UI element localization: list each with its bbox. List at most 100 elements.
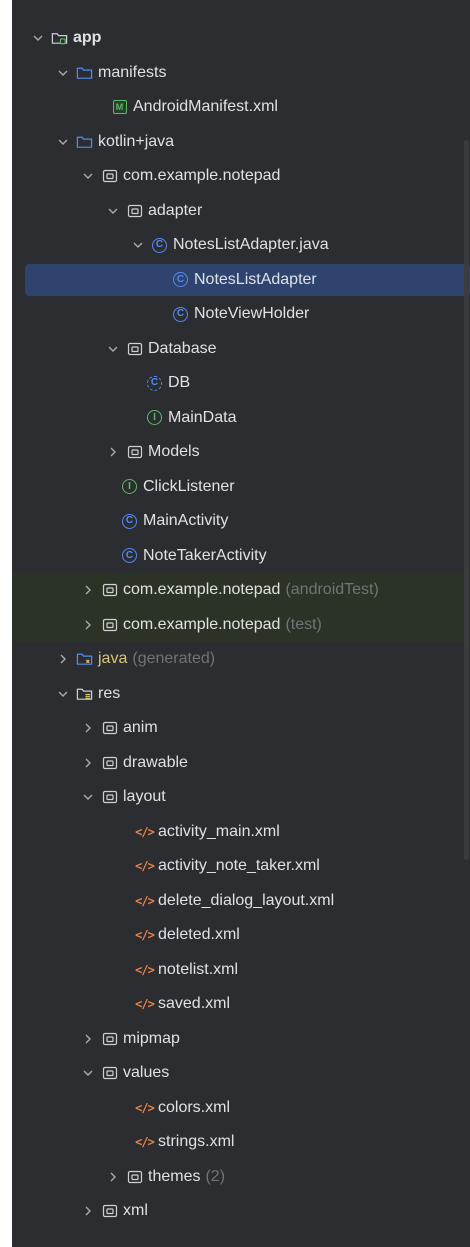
chevron-right-icon[interactable] xyxy=(81,1204,95,1218)
chevron-down-icon[interactable] xyxy=(56,135,70,149)
chevron-right-icon[interactable] xyxy=(106,445,120,459)
chevron-right-icon[interactable] xyxy=(81,756,95,770)
tree-node-database[interactable]: Database xyxy=(12,332,470,367)
tree-node-label: Models xyxy=(148,443,200,461)
tree-node-label: xml xyxy=(123,1202,148,1220)
tree-node-res[interactable]: res xyxy=(12,677,470,712)
interface-icon: I xyxy=(146,409,163,426)
chevron-down-icon[interactable] xyxy=(56,66,70,80)
package-icon xyxy=(101,1030,118,1047)
tree-node-note-taker-activity[interactable]: C NoteTakerActivity xyxy=(12,539,470,574)
tree-node-deleted-xml[interactable]: </> deleted.xml xyxy=(12,918,470,953)
chevron-right-icon[interactable] xyxy=(81,618,95,632)
package-icon xyxy=(126,340,143,357)
xml-file-icon: </> xyxy=(135,859,155,874)
tree-node-label: com.example.notepad xyxy=(123,167,281,185)
tree-node-values[interactable]: values xyxy=(12,1056,470,1091)
tree-node-label: colors.xml xyxy=(158,1098,231,1116)
chevron-right-icon[interactable] xyxy=(81,1032,95,1046)
chevron-right-icon[interactable] xyxy=(81,721,95,735)
tree-node-suffix: (generated) xyxy=(132,650,216,668)
tree-node-label: res xyxy=(98,684,121,702)
tree-node-label: java xyxy=(98,650,128,668)
tree-node-drawable[interactable]: drawable xyxy=(12,746,470,781)
tree-node-java-generated[interactable]: java (generated) xyxy=(12,642,470,677)
resources-folder-icon xyxy=(76,685,93,702)
tree-node-manifests[interactable]: manifests xyxy=(12,56,470,91)
tree-node-label: NoteTakerActivity xyxy=(143,546,267,564)
class-icon: C xyxy=(172,306,189,323)
abstract-class-icon: C xyxy=(146,375,163,392)
xml-file-icon: </> xyxy=(135,1100,155,1115)
chevron-down-icon[interactable] xyxy=(106,342,120,356)
tree-node-main-activity[interactable]: C MainActivity xyxy=(12,504,470,539)
tree-node-package-android-test[interactable]: com.example.notepad (androidTest) xyxy=(12,573,470,608)
tree-node-app[interactable]: app xyxy=(12,21,470,56)
tree-node-label: ClickListener xyxy=(143,477,235,495)
tree-node-kotlin-java[interactable]: kotlin+java xyxy=(12,125,470,160)
tree-node-layout[interactable]: layout xyxy=(12,780,470,815)
package-icon xyxy=(101,789,118,806)
tree-node-label: layout xyxy=(123,788,166,806)
tree-node-suffix: (2) xyxy=(205,1167,226,1185)
tree-node-saved-xml[interactable]: </> saved.xml xyxy=(12,987,470,1022)
tree-node-label: MainActivity xyxy=(143,512,229,530)
generated-folder-icon xyxy=(76,651,93,668)
tree-node-label: app xyxy=(73,29,102,47)
xml-file-icon: </> xyxy=(135,824,155,839)
tree-node-main-data[interactable]: I MainData xyxy=(12,401,470,436)
tree-node-package-main[interactable]: com.example.notepad xyxy=(12,159,470,194)
chevron-down-icon[interactable] xyxy=(56,687,70,701)
tree-node-notelist-xml[interactable]: </> notelist.xml xyxy=(12,953,470,988)
tree-node-label: deleted.xml xyxy=(158,926,240,944)
tree-node-activity-note-taker-xml[interactable]: </> activity_note_taker.xml xyxy=(12,849,470,884)
tree-node-suffix: (test) xyxy=(285,615,322,633)
tree-node-label: mipmap xyxy=(123,1029,180,1047)
class-icon: C xyxy=(121,513,138,530)
tree-node-click-listener[interactable]: I ClickListener xyxy=(12,470,470,505)
package-icon xyxy=(101,720,118,737)
chevron-right-icon[interactable] xyxy=(106,1170,120,1184)
tree-node-db[interactable]: C DB xyxy=(12,366,470,401)
tree-node-label: Database xyxy=(148,339,217,357)
tree-node-themes[interactable]: themes (2) xyxy=(12,1160,470,1195)
tree-node-label: strings.xml xyxy=(158,1133,235,1151)
package-icon xyxy=(101,1203,118,1220)
chevron-right-icon[interactable] xyxy=(81,583,95,597)
tree-node-delete-dialog-layout-xml[interactable]: </> delete_dialog_layout.xml xyxy=(12,884,470,919)
chevron-down-icon[interactable] xyxy=(31,31,45,45)
package-icon xyxy=(126,202,143,219)
tree-node-package-test[interactable]: com.example.notepad (test) xyxy=(12,607,470,643)
vertical-scrollbar[interactable] xyxy=(464,140,469,860)
tree-node-mipmap[interactable]: mipmap xyxy=(12,1022,470,1057)
package-icon xyxy=(126,444,143,461)
tree-node-models[interactable]: Models xyxy=(12,435,470,470)
tree-node-activity-main-xml[interactable]: </> activity_main.xml xyxy=(12,815,470,850)
tree-node-note-view-holder[interactable]: C NoteViewHolder xyxy=(12,297,470,332)
chevron-right-icon[interactable] xyxy=(56,652,70,666)
chevron-down-icon[interactable] xyxy=(81,1066,95,1080)
tree-node-notes-list-adapter-class[interactable]: C NotesListAdapter xyxy=(12,263,470,298)
interface-icon: I xyxy=(121,478,138,495)
chevron-down-icon[interactable] xyxy=(81,169,95,183)
package-icon xyxy=(126,1168,143,1185)
class-icon: C xyxy=(151,237,168,254)
package-icon xyxy=(101,582,118,599)
tree-node-xml[interactable]: xml xyxy=(12,1194,470,1229)
chevron-down-icon[interactable] xyxy=(106,204,120,218)
tree-node-label: MainData xyxy=(168,408,237,426)
tree-node-strings-xml[interactable]: </> strings.xml xyxy=(12,1125,470,1160)
chevron-down-icon[interactable] xyxy=(131,238,145,252)
chevron-down-icon[interactable] xyxy=(81,790,95,804)
tree-node-anim[interactable]: anim xyxy=(12,711,470,746)
project-tree: app manifests M AndroidManifest.xml kotl… xyxy=(12,21,470,1229)
tree-node-label: com.example.notepad xyxy=(123,615,281,633)
xml-file-icon: </> xyxy=(135,997,155,1012)
tree-node-label: NotesListAdapter xyxy=(194,270,317,288)
tree-node-suffix: (androidTest) xyxy=(285,581,379,599)
tree-node-notes-list-adapter-file[interactable]: C NotesListAdapter.java xyxy=(12,228,470,263)
manifest-icon: M xyxy=(111,99,128,116)
tree-node-colors-xml[interactable]: </> colors.xml xyxy=(12,1091,470,1126)
tree-node-adapter[interactable]: adapter xyxy=(12,194,470,229)
tree-node-android-manifest[interactable]: M AndroidManifest.xml xyxy=(12,90,470,125)
